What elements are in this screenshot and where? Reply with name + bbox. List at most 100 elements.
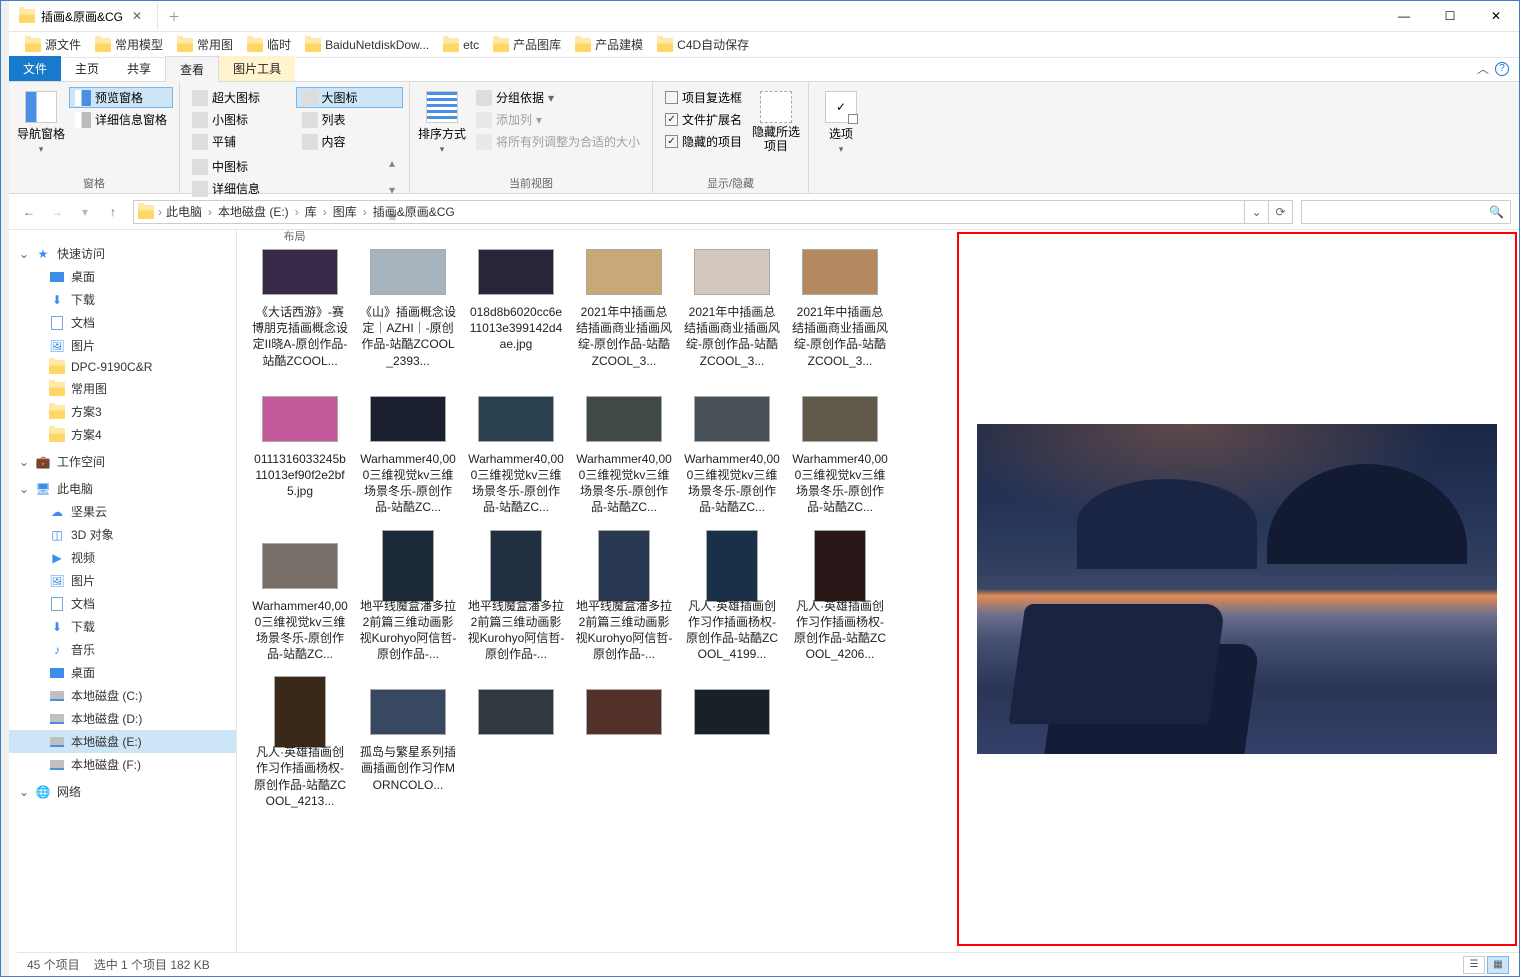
tree-item[interactable]: ▶视频 — [9, 546, 236, 569]
close-button[interactable]: ✕ — [1473, 1, 1519, 32]
file-item[interactable]: 地平线魔盒潘多拉2前篇三维动画影视Kurohyo阿信哲-原创作品-... — [357, 532, 459, 667]
groupby-button[interactable]: 分组依据▾ — [470, 87, 646, 108]
addcol-button[interactable]: 添加列▾ — [470, 109, 646, 130]
tree-item[interactable]: ⌄💼工作空间 — [9, 450, 236, 473]
maximize-button[interactable]: ☐ — [1427, 1, 1473, 32]
file-item[interactable]: Warhammer40,000三维视觉kv三维场景冬乐-原创作品-站酷ZC... — [681, 385, 783, 520]
tree-item[interactable]: 文档 — [9, 592, 236, 615]
file-item[interactable]: 凡人·英雄插画创作习作插画杨权-原创作品-站酷ZCOOL_4213... — [249, 678, 351, 813]
bookmark-item[interactable]: 临时 — [241, 34, 297, 55]
chk-file-ext[interactable]: ✓文件扩展名 — [659, 109, 748, 130]
file-item[interactable]: Warhammer40,000三维视觉kv三维场景冬乐-原创作品-站酷ZC... — [249, 532, 351, 667]
chevron-right-icon[interactable]: › — [323, 205, 327, 219]
expand-icon[interactable]: ⌄ — [19, 482, 29, 496]
tree-item[interactable]: 桌面 — [9, 661, 236, 684]
tab-file[interactable]: 文件 — [9, 56, 61, 81]
view-list[interactable]: 列表 — [296, 109, 404, 130]
file-item[interactable] — [465, 678, 567, 813]
file-item[interactable]: 2021年中插画总结插画商业插画风绽-原创作品-站酷ZCOOL_3... — [789, 238, 891, 373]
close-icon[interactable]: ✕ — [129, 8, 145, 24]
view-tiles[interactable]: 平铺 — [186, 131, 294, 152]
tree-item[interactable]: ♪音乐 — [9, 638, 236, 661]
help-icon[interactable]: ? — [1495, 62, 1509, 76]
expand-icon[interactable]: ⌄ — [19, 455, 29, 469]
bookmark-item[interactable]: C4D自动保存 — [651, 34, 755, 55]
file-item[interactable] — [573, 678, 675, 813]
view-l-icons[interactable]: 大图标 — [296, 87, 404, 108]
tab-view[interactable]: 查看 — [165, 56, 219, 82]
refresh-button[interactable]: ⟳ — [1268, 201, 1292, 223]
new-tab-button[interactable]: ＋ — [162, 4, 186, 28]
preview-pane-button[interactable]: 预览窗格 — [69, 87, 173, 108]
bookmark-item[interactable]: 常用模型 — [89, 34, 169, 55]
navpane-button[interactable]: 导航窗格 ▾ — [15, 85, 67, 167]
file-item[interactable]: 地平线魔盒潘多拉2前篇三维动画影视Kurohyo阿信哲-原创作品-... — [573, 532, 675, 667]
file-item[interactable]: 凡人·英雄插画创作习作插画杨权-原创作品-站酷ZCOOL_4199... — [681, 532, 783, 667]
file-item[interactable] — [681, 678, 783, 813]
back-button[interactable]: ← — [17, 200, 41, 224]
breadcrumb-item[interactable]: 图库 — [333, 203, 357, 220]
file-item[interactable]: 凡人·英雄插画创作习作插画杨权-原创作品-站酷ZCOOL_4206... — [789, 532, 891, 667]
expand-icon[interactable]: ⌄ — [19, 247, 29, 261]
tree-item[interactable]: ◫3D 对象 — [9, 523, 236, 546]
chevron-right-icon[interactable]: › — [295, 205, 299, 219]
minimize-button[interactable]: — — [1381, 1, 1427, 32]
file-item[interactable]: 018d8b6020cc6e11013e399142d4ae.jpg — [465, 238, 567, 373]
expand-icon[interactable]: ⌄ — [19, 785, 29, 799]
file-item[interactable]: 0111316033245b11013ef90f2e2bf5.jpg — [249, 385, 351, 520]
breadcrumb-bar[interactable]: › 此电脑›本地磁盘 (E:)›库›图库›插画&原画&CG ⌄ ⟳ — [133, 200, 1293, 224]
view-s-icons[interactable]: 小图标 — [186, 109, 294, 130]
forward-button[interactable]: → — [45, 200, 69, 224]
recent-button[interactable]: ▾ — [73, 200, 97, 224]
options-button[interactable]: ✓ 选项 ▾ — [815, 85, 867, 167]
tree-item[interactable]: 本地磁盘 (D:) — [9, 707, 236, 730]
bookmark-item[interactable]: 产品图库 — [487, 34, 567, 55]
file-item[interactable]: 《山》插画概念设定｜AZHI｜-原创作品-站酷ZCOOL_2393... — [357, 238, 459, 373]
up-button[interactable]: ↑ — [101, 200, 125, 224]
details-view-button[interactable]: ☰ — [1463, 956, 1485, 974]
fitcols-button[interactable]: 将所有列调整为合适的大小 — [470, 131, 646, 152]
scroll-up-icon[interactable]: ▴ — [389, 156, 403, 170]
tree-item[interactable]: ⌄🌐网络 — [9, 780, 236, 803]
breadcrumb-item[interactable]: 本地磁盘 (E:) — [218, 203, 289, 220]
view-xl-icons[interactable]: 超大图标 — [186, 87, 294, 108]
chk-hidden-items[interactable]: ✓隐藏的项目 — [659, 131, 748, 152]
file-item[interactable]: 2021年中插画总结插画商业插画风绽-原创作品-站酷ZCOOL_3... — [681, 238, 783, 373]
tree-item[interactable]: 本地磁盘 (E:) — [9, 730, 236, 753]
file-item[interactable]: Warhammer40,000三维视觉kv三维场景冬乐-原创作品-站酷ZC... — [789, 385, 891, 520]
tree-item[interactable]: ⬇下载 — [9, 288, 236, 311]
bookmark-item[interactable]: 源文件 — [19, 34, 87, 55]
dropdown-button[interactable]: ⌄ — [1244, 201, 1268, 223]
tab-share[interactable]: 共享 — [113, 56, 165, 81]
bookmark-item[interactable]: BaiduNetdiskDow... — [299, 36, 435, 54]
hide-selected-button[interactable]: 隐藏所选项目 — [750, 85, 802, 167]
tree-item[interactable]: 🖼图片 — [9, 334, 236, 357]
tree-item[interactable]: ⌄★快速访问 — [9, 242, 236, 265]
tree-item[interactable]: ☁坚果云 — [9, 500, 236, 523]
file-grid[interactable]: 《大话西游》-赛博朋克插画概念设定II晓A-原创作品-站酷ZCOOL...《山》… — [237, 230, 955, 976]
tree-item[interactable]: 文档 — [9, 311, 236, 334]
tree-item[interactable]: ⬇下载 — [9, 615, 236, 638]
tree-item[interactable]: 方案3 — [9, 400, 236, 423]
view-m-icons[interactable]: 中图标 — [186, 156, 387, 177]
tree-item[interactable]: 常用图 — [9, 377, 236, 400]
file-item[interactable]: 地平线魔盒潘多拉2前篇三维动画影视Kurohyo阿信哲-原创作品-... — [465, 532, 567, 667]
breadcrumb-item[interactable]: 库 — [305, 203, 317, 220]
tree-item[interactable]: 本地磁盘 (F:) — [9, 753, 236, 776]
tab-picture-tools[interactable]: 图片工具 — [219, 56, 295, 81]
tree-item[interactable]: 方案4 — [9, 423, 236, 446]
ribbon-collapse-button[interactable]: ︿ ? — [1467, 56, 1519, 81]
thumbnails-view-button[interactable]: ▦ — [1487, 956, 1509, 974]
file-item[interactable]: Warhammer40,000三维视觉kv三维场景冬乐-原创作品-站酷ZC... — [465, 385, 567, 520]
tab-home[interactable]: 主页 — [61, 56, 113, 81]
tree-item[interactable]: 桌面 — [9, 265, 236, 288]
tree-item[interactable]: DPC-9190C&R — [9, 357, 236, 377]
file-item[interactable]: Warhammer40,000三维视觉kv三维场景冬乐-原创作品-站酷ZC... — [357, 385, 459, 520]
breadcrumb-item[interactable]: 插画&原画&CG — [373, 203, 455, 220]
file-item[interactable]: 《大话西游》-赛博朋克插画概念设定II晓A-原创作品-站酷ZCOOL... — [249, 238, 351, 373]
bookmark-item[interactable]: 常用图 — [171, 34, 239, 55]
window-tab[interactable]: 插画&原画&CG ✕ — [13, 2, 158, 30]
tree-item[interactable]: ⌄🖥此电脑 — [9, 477, 236, 500]
search-input[interactable]: 🔍 — [1301, 200, 1511, 224]
file-item[interactable]: 2021年中插画总结插画商业插画风绽-原创作品-站酷ZCOOL_3... — [573, 238, 675, 373]
